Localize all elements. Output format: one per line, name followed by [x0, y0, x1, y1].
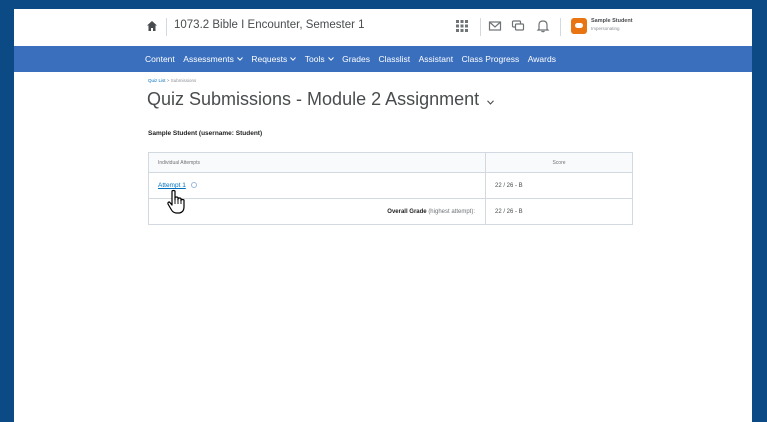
user-heading: Sample Student (username: Student)	[148, 130, 263, 137]
attempt-1-link[interactable]: Attempt 1	[158, 182, 186, 189]
breadcrumb-quiz-list[interactable]: Quiz List	[148, 78, 166, 83]
chevron-down-icon	[327, 57, 334, 61]
nav-item-grades[interactable]: Grades	[342, 54, 370, 64]
page-title: Quiz Submissions - Module 2 Assignment	[147, 89, 495, 110]
nav-item-label: Content	[145, 54, 175, 64]
nav-item-content[interactable]: Content	[145, 54, 175, 64]
overall-grade-note: (highest attempt):	[428, 208, 475, 215]
table-row: Attempt 1 22 / 26 - B	[148, 172, 633, 199]
hand-cursor-icon	[167, 189, 185, 214]
course-navbar: Content Assessments Requests Tools Grades Cla…	[14, 46, 752, 72]
nav-item-awards[interactable]: Awards	[528, 54, 556, 64]
nav-item-label: Grades	[342, 54, 370, 64]
bell-icon[interactable]	[536, 19, 550, 33]
nav-item-label: Assistant	[418, 54, 454, 64]
nav-item-label: Requests	[251, 54, 288, 64]
overall-grade-label: Overall Grade	[387, 208, 427, 215]
avatar[interactable]	[571, 18, 587, 34]
nav-item-class-progress[interactable]: Class Progress	[462, 54, 520, 64]
chevron-down-icon[interactable]	[487, 100, 495, 105]
chevron-down-icon	[236, 57, 243, 61]
nav-item-label: Classlist	[378, 54, 411, 64]
nav-item-label: Assessments	[183, 54, 234, 64]
separator	[560, 18, 561, 36]
nav-item-assistant[interactable]: Assistant	[419, 54, 454, 64]
overall-grade-score: 22 / 26 - B	[485, 198, 633, 225]
nav-item-label: Tools	[304, 54, 325, 64]
nav-item-label: Class Progress	[461, 54, 520, 64]
grid-icon[interactable]	[455, 19, 469, 33]
separator	[166, 18, 167, 36]
info-icon[interactable]	[190, 182, 197, 189]
nav-item-tools[interactable]: Tools	[305, 54, 334, 64]
attempt-cell: Attempt 1	[148, 172, 486, 199]
user-role: Impersonating	[591, 26, 620, 31]
attempt-score: 22 / 26 - B	[485, 172, 633, 199]
nav-items: Content Assessments Requests Tools Grades Cla…	[145, 46, 556, 72]
table-row: Overall Grade (highest attempt): 22 / 26…	[148, 198, 633, 225]
nav-item-requests[interactable]: Requests	[251, 54, 297, 64]
chat-icon[interactable]	[511, 19, 525, 33]
course-title[interactable]: 1073.2 Bible I Encounter, Semester 1	[174, 19, 365, 31]
separator	[480, 18, 481, 36]
home-icon[interactable]	[146, 20, 158, 32]
attempts-table: Individual Attempts Score Attempt 1 22 /…	[148, 152, 633, 225]
breadcrumb-current: Submissions	[170, 78, 197, 83]
page-title-text: Quiz Submissions - Module 2 Assignment	[147, 89, 480, 109]
mail-icon[interactable]	[488, 19, 502, 33]
column-header-score[interactable]: Score	[485, 152, 633, 173]
column-header-attempts[interactable]: Individual Attempts	[148, 152, 486, 173]
overall-grade-cell: Overall Grade (highest attempt):	[148, 198, 486, 225]
table-header-row: Individual Attempts Score	[148, 152, 633, 173]
browser-content: 1073.2 Bible I Encounter, Semester 1 Sam…	[14, 9, 752, 422]
nav-item-assessments[interactable]: Assessments	[183, 54, 243, 64]
nav-item-classlist[interactable]: Classlist	[378, 54, 410, 64]
nav-item-label: Awards	[527, 54, 556, 64]
chevron-down-icon	[290, 57, 297, 61]
top-bar: 1073.2 Bible I Encounter, Semester 1 Sam…	[14, 9, 752, 45]
breadcrumb-separator: >	[166, 78, 170, 83]
breadcrumb: Quiz List > Submissions	[148, 78, 196, 83]
user-name[interactable]: Sample Student	[591, 18, 633, 24]
